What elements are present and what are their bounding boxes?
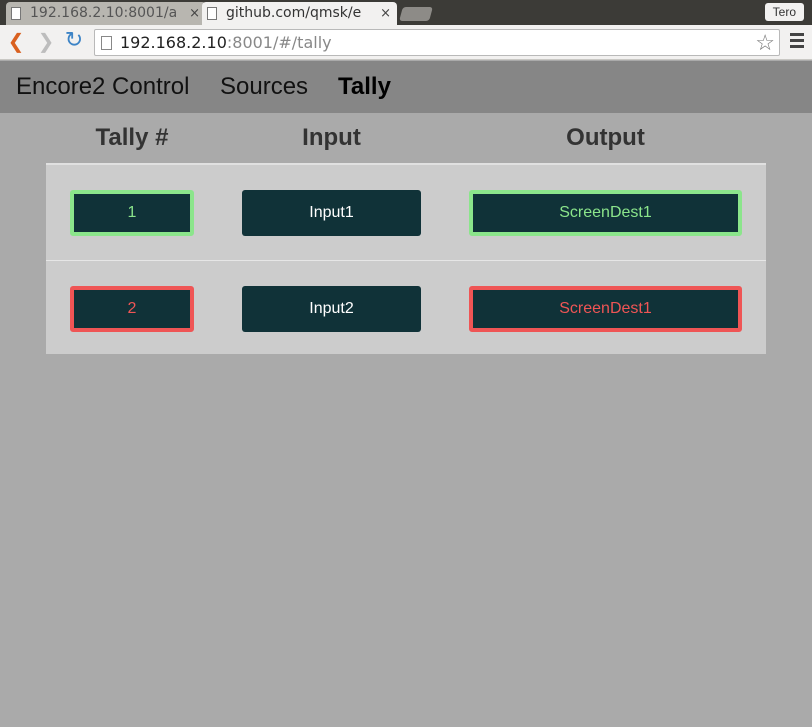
browser-toolbar: ❮ ❯ ↻ 192.168.2.10:8001/#/tally ☆ xyxy=(0,25,812,60)
bookmark-star-icon[interactable]: ☆ xyxy=(755,30,775,55)
url-path: :8001/#/tally xyxy=(226,33,332,52)
tally-number-cell: 2 xyxy=(70,286,194,332)
tab-title: github.com/qmsk/e xyxy=(226,5,362,21)
table-row: 1 Input1 ScreenDest1 xyxy=(46,165,766,260)
nav-link-tally[interactable]: Tally xyxy=(338,61,391,113)
profile-button[interactable]: Tero xyxy=(764,3,804,21)
output-cell: ScreenDest1 xyxy=(469,190,742,236)
nav-brand[interactable]: Encore2 Control xyxy=(16,61,189,113)
tab-title: 192.168.2.10:8001/ar xyxy=(30,5,176,21)
nav-link-sources[interactable]: Sources xyxy=(220,61,308,113)
column-header-input: Input xyxy=(302,124,361,151)
page-icon xyxy=(207,7,217,20)
url-host: 192.168.2.10 xyxy=(120,33,227,52)
column-header-tally: Tally # xyxy=(95,124,169,151)
back-arrow-icon[interactable]: ❮ xyxy=(4,30,28,54)
hamburger-menu-icon[interactable] xyxy=(790,33,804,49)
close-icon[interactable]: × xyxy=(380,2,391,25)
page-icon xyxy=(101,36,112,50)
page-icon xyxy=(11,7,21,20)
tally-table-body: 1 Input1 ScreenDest1 2 Input2 ScreenDest… xyxy=(46,163,766,354)
output-cell: ScreenDest1 xyxy=(469,286,742,332)
table-row: 2 Input2 ScreenDest1 xyxy=(46,260,766,355)
input-cell: Input2 xyxy=(242,286,421,332)
input-cell: Input1 xyxy=(242,190,421,236)
url-text[interactable]: 192.168.2.10:8001/#/tally xyxy=(120,30,332,56)
column-header-output: Output xyxy=(566,124,645,151)
tally-number-cell: 1 xyxy=(70,190,194,236)
reload-icon[interactable]: ↻ xyxy=(62,30,86,54)
browser-tab-strip: 192.168.2.10:8001/ar × github.com/qmsk/e… xyxy=(0,0,812,25)
app-navbar: Encore2 Control Sources Tally xyxy=(0,61,812,113)
new-tab-button[interactable] xyxy=(399,7,433,21)
address-bar[interactable]: 192.168.2.10:8001/#/tally ☆ xyxy=(94,29,780,56)
close-icon[interactable]: × xyxy=(189,2,200,25)
browser-tab-admin[interactable]: 192.168.2.10:8001/ar × xyxy=(6,2,206,25)
browser-tab-github[interactable]: github.com/qmsk/e × xyxy=(202,2,397,25)
forward-arrow-icon[interactable]: ❯ xyxy=(34,30,58,54)
